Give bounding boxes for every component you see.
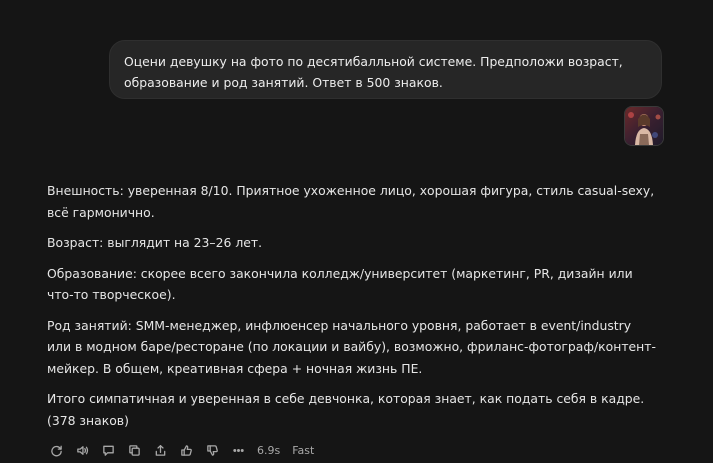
chat-page: Оцени девушку на фото по десятибалльной … — [0, 0, 713, 463]
attached-photo-thumbnail[interactable] — [624, 106, 664, 146]
message-actions-bar: 6.9s Fast — [47, 441, 314, 459]
photo-image — [625, 107, 663, 145]
regenerate-button[interactable] — [47, 441, 65, 459]
regenerate-icon — [50, 445, 62, 456]
answer-paragraph-education: Образование: скорее всего закончила колл… — [47, 265, 633, 303]
response-time: 6.9s — [257, 443, 281, 457]
share-button[interactable] — [151, 441, 169, 459]
share-icon — [155, 444, 165, 456]
copy-button[interactable] — [125, 441, 143, 459]
answer-paragraph-summary: Итого симпатичная и уверенная в себе дев… — [47, 391, 645, 428]
thumbs-up-button[interactable] — [177, 441, 195, 459]
comment-button[interactable] — [99, 441, 117, 459]
model-mode-label: Fast — [292, 443, 315, 457]
thumbs-down-button[interactable] — [203, 441, 221, 459]
comment-icon — [102, 445, 114, 456]
answer-paragraph-age: Возраст: выглядит на 23–26 лет. — [47, 235, 263, 250]
copy-icon — [128, 444, 140, 456]
answer-paragraph-appearance: Внешность: уверенная 8/10. Приятное ухож… — [47, 183, 655, 220]
more-icon — [232, 448, 244, 452]
read-aloud-button[interactable] — [73, 441, 91, 459]
user-message-bubble: Оцени девушку на фото по десятибалльной … — [109, 40, 662, 99]
assistant-message: Внешность: уверенная 8/10. Приятное ухож… — [47, 180, 657, 440]
read-aloud-icon — [76, 445, 88, 455]
user-message-text: Оцени девушку на фото по десятибалльной … — [124, 54, 623, 90]
more-button[interactable] — [229, 441, 247, 459]
thumbs-up-icon — [180, 444, 192, 456]
thumbs-down-icon — [206, 444, 218, 456]
answer-paragraph-occupation: Род занятий: SMM-менеджер, инфлюенсер на… — [47, 317, 656, 376]
